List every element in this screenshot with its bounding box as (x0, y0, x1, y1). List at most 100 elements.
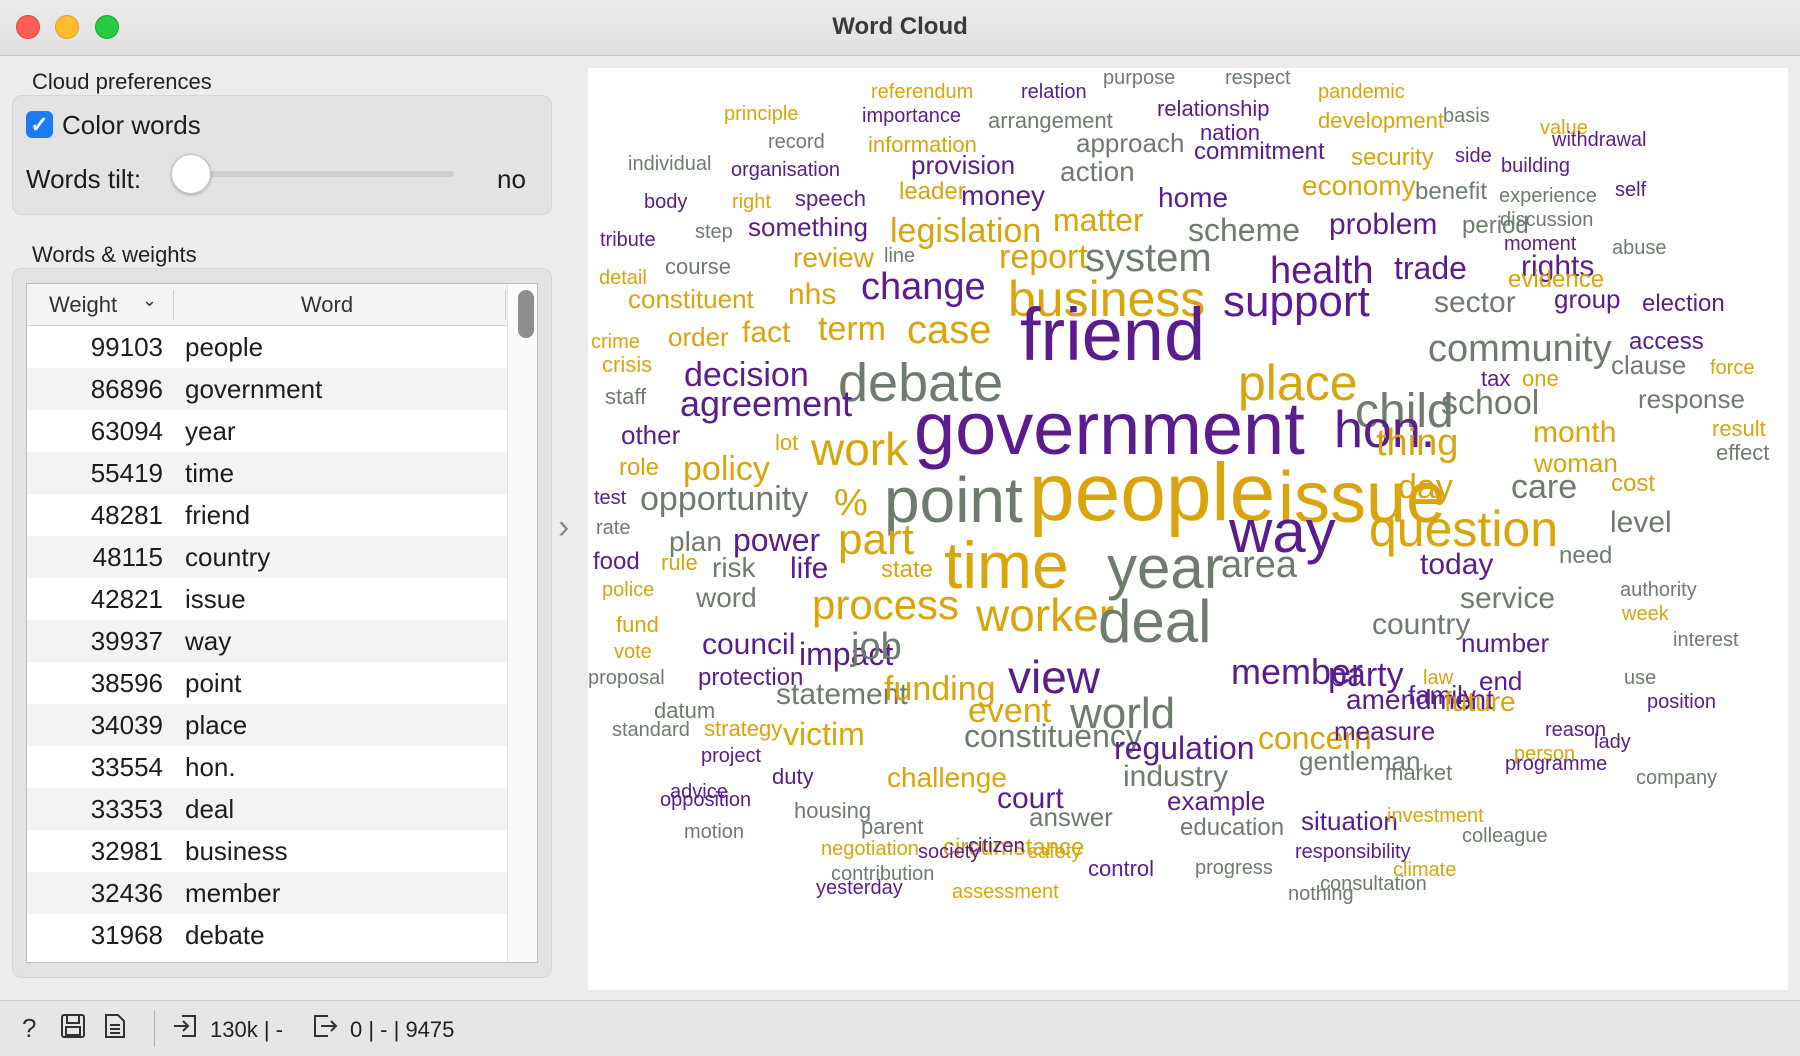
cloud-word[interactable]: interest (1673, 630, 1739, 650)
cloud-word[interactable]: strategy (704, 718, 782, 740)
cloud-word[interactable]: control (1088, 858, 1154, 880)
cloud-word[interactable]: nhs (788, 280, 836, 310)
report-icon[interactable] (104, 1013, 126, 1046)
cloud-word[interactable]: course (665, 256, 731, 278)
cloud-word[interactable]: motion (684, 822, 744, 842)
cloud-word[interactable]: constituent (628, 286, 754, 312)
cloud-word[interactable]: investment (1387, 806, 1484, 826)
cloud-word[interactable]: crime (591, 332, 640, 352)
cloud-word[interactable]: area (1221, 546, 1297, 584)
cloud-word[interactable]: clause (1611, 352, 1686, 378)
table-scrollbar[interactable] (518, 290, 534, 338)
cloud-word[interactable]: principle (724, 104, 798, 124)
cloud-word[interactable]: authority (1620, 580, 1697, 600)
cloud-word[interactable]: line (884, 246, 915, 266)
cloud-word[interactable]: community (1428, 330, 1612, 368)
cloud-word[interactable]: lot (775, 432, 798, 454)
cloud-word[interactable]: service (1460, 584, 1555, 614)
cloud-word[interactable]: colleague (1462, 826, 1548, 846)
column-divider[interactable] (505, 290, 506, 320)
cloud-word[interactable]: victim (783, 718, 865, 750)
help-icon[interactable]: ? (22, 1013, 36, 1044)
cloud-word[interactable]: problem (1329, 210, 1437, 240)
color-words-label[interactable]: Color words (62, 110, 201, 141)
cloud-word[interactable]: relationship (1157, 98, 1270, 120)
cloud-word[interactable]: body (644, 192, 687, 212)
cloud-word[interactable]: rule (661, 552, 698, 574)
cloud-word[interactable]: step (695, 222, 733, 242)
cloud-word[interactable]: action (1060, 158, 1135, 186)
cloud-word[interactable]: challenge (887, 764, 1007, 792)
cloud-word[interactable]: response (1638, 386, 1745, 412)
cloud-word[interactable]: side (1455, 146, 1492, 166)
cloud-word[interactable]: order (668, 324, 729, 350)
weight-column-header[interactable]: Weight (49, 292, 117, 318)
cloud-word[interactable]: care (1511, 470, 1577, 504)
cloud-word[interactable]: something (748, 214, 868, 240)
cloud-word[interactable]: agreement (680, 386, 852, 422)
cloud-word[interactable]: pandemic (1318, 82, 1405, 102)
cloud-word[interactable]: basis (1443, 106, 1490, 126)
cloud-word[interactable]: life (790, 554, 828, 584)
cloud-word[interactable]: risk (712, 554, 756, 582)
cloud-word[interactable]: trade (1394, 252, 1467, 284)
cloud-word[interactable]: rate (596, 518, 630, 538)
table-row[interactable]: 38596 point (27, 662, 507, 704)
cloud-word[interactable]: right (732, 192, 771, 212)
cloud-word[interactable]: situation (1301, 808, 1398, 834)
cloud-word[interactable]: cost (1611, 472, 1655, 496)
table-row[interactable]: 48115 country (27, 536, 507, 578)
cloud-word[interactable]: safety (1028, 842, 1081, 862)
table-row[interactable]: 31968 debate (27, 914, 507, 956)
cloud-word[interactable]: thing (1376, 424, 1458, 462)
table-row[interactable]: 48281 friend (27, 494, 507, 536)
cloud-word[interactable]: importance (862, 106, 961, 126)
table-row[interactable]: 55419 time (27, 452, 507, 494)
cloud-word[interactable]: week (1622, 604, 1669, 624)
cloud-word[interactable]: food (593, 550, 640, 574)
cloud-word[interactable]: home (1158, 184, 1228, 212)
save-icon[interactable] (60, 1013, 86, 1046)
cloud-word[interactable]: example (1167, 788, 1265, 814)
cloud-word[interactable]: school (1441, 386, 1539, 420)
table-row[interactable]: 63094 year (27, 410, 507, 452)
table-row[interactable]: 33353 deal (27, 788, 507, 830)
cloud-word[interactable]: vote (614, 642, 652, 662)
cloud-word[interactable]: lady (1594, 732, 1631, 752)
cloud-word[interactable]: case (907, 310, 992, 350)
cloud-word[interactable]: process (812, 584, 959, 626)
cloud-word[interactable]: council (702, 630, 795, 660)
cloud-word[interactable]: education (1180, 816, 1284, 840)
cloud-word[interactable]: level (1610, 508, 1672, 538)
cloud-word[interactable]: answer (1029, 804, 1113, 830)
cloud-word[interactable]: police (602, 580, 654, 600)
cloud-word[interactable]: company (1636, 768, 1717, 788)
cloud-word[interactable]: benefit (1415, 180, 1487, 204)
table-row[interactable]: 34039 place (27, 704, 507, 746)
cloud-word[interactable]: opposition (660, 790, 751, 810)
words-tilt-slider-handle[interactable] (171, 154, 211, 194)
cloud-word[interactable]: assessment (952, 882, 1059, 902)
cloud-word[interactable]: abuse (1612, 238, 1667, 258)
chevron-right-icon[interactable]: › (558, 508, 569, 547)
cloud-word[interactable]: staff (605, 386, 646, 408)
table-row[interactable]: 86896 government (27, 368, 507, 410)
cloud-word[interactable]: worker (976, 592, 1114, 638)
cloud-word[interactable]: purpose (1103, 68, 1175, 88)
cloud-word[interactable]: number (1461, 630, 1549, 656)
column-divider[interactable] (173, 290, 174, 320)
cloud-word[interactable]: fact (742, 318, 790, 348)
cloud-word[interactable]: progress (1195, 858, 1273, 878)
cloud-word[interactable]: matter (1053, 204, 1144, 236)
table-row[interactable]: 33554 hon. (27, 746, 507, 788)
cloud-word[interactable]: market (1385, 762, 1452, 784)
cloud-word[interactable]: proposal (588, 668, 665, 688)
cloud-word[interactable]: withdrawal (1552, 130, 1646, 150)
cloud-word[interactable]: referendum (871, 82, 973, 102)
cloud-word[interactable]: today (1420, 550, 1493, 580)
cloud-word[interactable]: position (1647, 692, 1716, 712)
cloud-word[interactable]: job (851, 628, 902, 666)
cloud-word[interactable]: test (594, 488, 626, 508)
cloud-word[interactable]: term (818, 312, 886, 346)
cloud-word[interactable]: negotiation (821, 839, 919, 859)
